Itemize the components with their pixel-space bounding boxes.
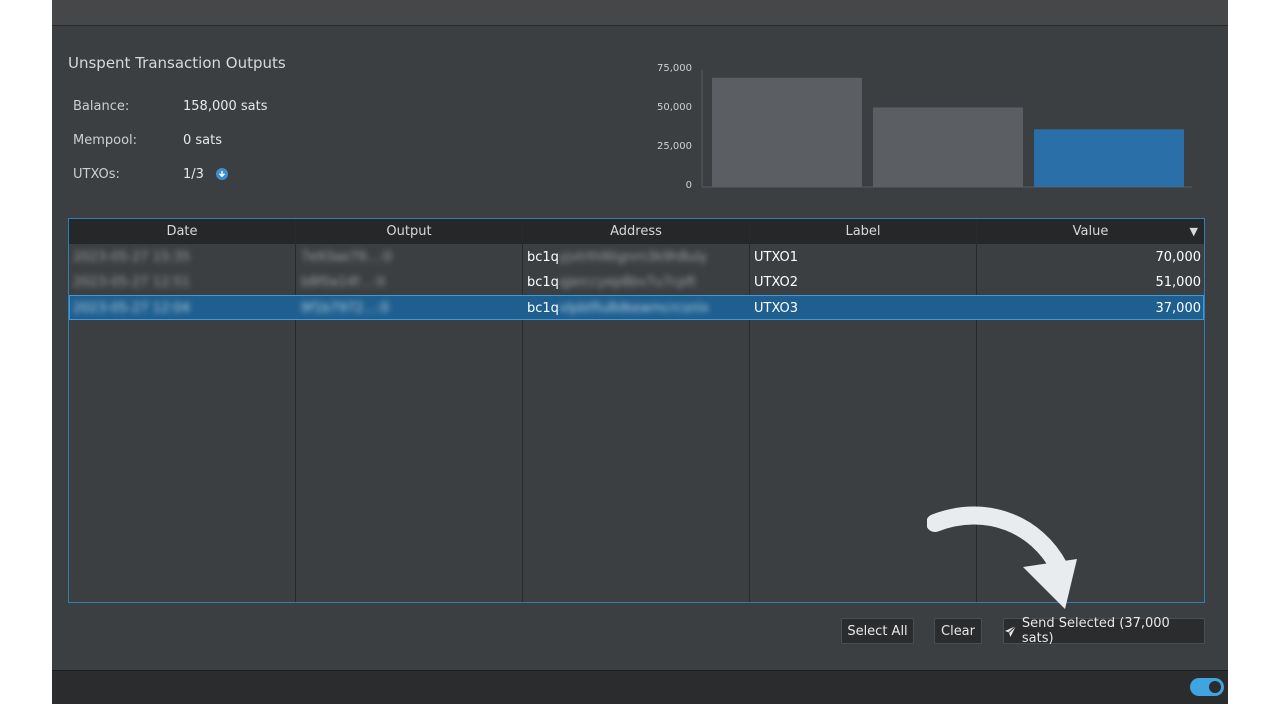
mempool-label: Mempool: <box>73 133 138 148</box>
label-cell: UTXO1 <box>754 250 799 265</box>
output-cell: b8f0a14f…:0 <box>301 275 386 290</box>
column-header-output[interactable]: Output <box>296 219 523 244</box>
address-cell: bc1q qjerccyep8bv7u7cpft <box>527 270 747 295</box>
address-cell: bc1q vlpbtfiu8dkewmcrcsnlx <box>527 296 747 321</box>
curved-arrow-icon <box>927 506 1077 609</box>
utxo-window: Unspent Transaction Outputs Balance: 158… <box>52 0 1228 704</box>
mempool-value: 0 sats <box>183 133 223 148</box>
value-cell: 51,000 <box>1155 275 1202 290</box>
address-prefix: bc1q <box>527 275 559 290</box>
column-header-label: Date <box>166 224 198 239</box>
address-prefix: bc1q <box>527 250 559 265</box>
output-cell: 7e93ae79…:0 <box>301 250 392 265</box>
column-header-label: Label <box>845 224 881 239</box>
column-header-label: Output <box>386 224 432 239</box>
utxos-value: 1/3 <box>183 167 204 182</box>
label-cell: UTXO3 <box>754 301 799 316</box>
page-title: Unspent Transaction Outputs <box>68 54 286 72</box>
date-cell: 2023-05-27 12:04 <box>73 301 191 316</box>
utxos-label: UTXOs: <box>73 167 120 182</box>
balance-label: Balance: <box>73 99 130 114</box>
column-header-label: Value <box>1072 224 1109 239</box>
table-row-selected[interactable]: 2023-05-27 12:04 9f1b7972…:0 bc1q vlpbtfi… <box>69 295 1204 320</box>
status-bar <box>52 670 1228 704</box>
value-cell: 37,000 <box>1155 301 1202 316</box>
balance-value: 158,000 sats <box>183 99 268 114</box>
toggle-knob <box>1207 679 1223 695</box>
table-row[interactable]: 2023-05-27 12:51 b8f0a14f…:0 bc1q qjerccy… <box>69 270 1204 295</box>
paper-plane-icon <box>1004 625 1017 637</box>
arrow-down-circle-icon[interactable] <box>216 168 228 180</box>
table-row[interactable]: 2023-05-27 15:35 7e93ae79…:0 bc1q yjvtrlh… <box>69 245 1204 270</box>
select-all-button[interactable]: Select All <box>841 618 914 644</box>
chart-bar-utxo3[interactable] <box>1034 129 1184 187</box>
chart-bar-utxo2[interactable] <box>873 107 1023 187</box>
column-header-label[interactable]: Label <box>750 219 977 244</box>
date-cell: 2023-05-27 12:51 <box>73 275 191 290</box>
sort-descending-icon: ▼ <box>1189 225 1198 238</box>
address-rest: yjvtrlhl6tgnrn3k9h8uly <box>558 250 708 265</box>
output-cell: 9f1b7972…:0 <box>301 301 390 316</box>
column-header-value[interactable]: Value ▼ <box>977 219 1204 244</box>
column-header-date[interactable]: Date <box>69 219 296 244</box>
clear-button[interactable]: Clear <box>934 618 982 644</box>
top-bar <box>52 0 1228 26</box>
column-header-address[interactable]: Address <box>523 219 750 244</box>
address-prefix: bc1q <box>527 301 559 316</box>
date-cell: 2023-05-27 15:35 <box>73 250 191 265</box>
chart-bar-utxo1[interactable] <box>712 77 862 187</box>
address-rest: qjerccyep8bv7u7cpft <box>558 275 696 290</box>
address-rest: vlpbtfiu8dkewmcrcsnlx <box>558 301 709 316</box>
value-cell: 70,000 <box>1155 250 1202 265</box>
address-cell: bc1q yjvtrlhl6tgnrn3k9h8uly <box>527 245 747 270</box>
toggle-icon[interactable] <box>1190 678 1224 696</box>
label-cell: UTXO2 <box>754 275 799 290</box>
send-selected-button[interactable]: Send Selected (37,000 sats) <box>1003 616 1205 646</box>
column-header-label: Address <box>610 224 662 239</box>
send-selected-label: Send Selected (37,000 sats) <box>1021 616 1170 646</box>
chart-plot <box>701 70 1192 188</box>
utxo-chart: 75,000 50,000 25,000 0 <box>642 60 1202 200</box>
